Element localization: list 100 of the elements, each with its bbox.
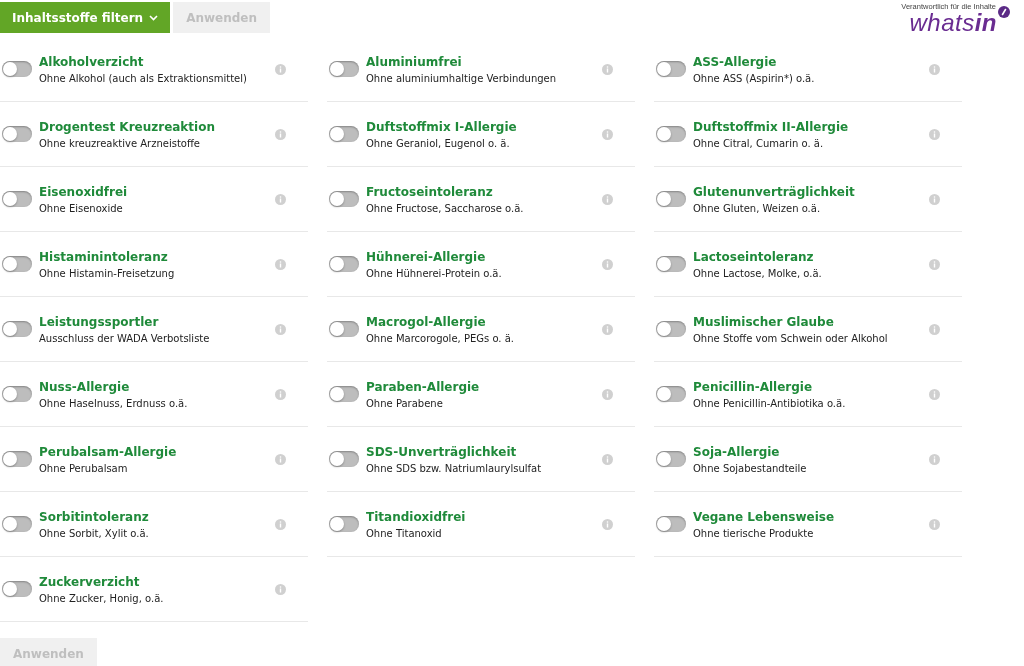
info-icon[interactable] (275, 128, 286, 140)
info-icon[interactable] (275, 63, 286, 75)
filter-description: Ohne Haselnuss, Erdnuss o.ä. (39, 397, 189, 409)
info-icon[interactable] (275, 453, 286, 465)
filter-title: Titandioxidfrei (366, 509, 467, 524)
filter-description: Ohne Histamin-Freisetzung (39, 267, 176, 279)
filter-title: Sorbitintoleranz (39, 509, 150, 524)
filter-description: Ohne Citral, Cumarin o. ä. (693, 137, 825, 149)
info-icon[interactable] (602, 323, 613, 335)
filter-title: Histaminintoleranz (39, 249, 169, 264)
filter-description: Ohne tierische Produkte (693, 527, 815, 539)
filter-title: Macrogol-Allergie (366, 314, 487, 329)
toggle-switch[interactable] (2, 386, 32, 402)
toggle-switch[interactable] (329, 256, 359, 272)
toggle-switch[interactable] (656, 321, 686, 337)
filter-title: Muslimischer Glaube (693, 314, 835, 329)
filter-title: Drogentest Kreuzreaktion (39, 119, 216, 134)
filter-description: Ohne Zucker, Honig, o.ä. (39, 592, 165, 604)
filter-title: Vegane Lebensweise (693, 509, 836, 524)
toggle-switch[interactable] (656, 451, 686, 467)
filter-description: Ohne Alkohol (auch als Extraktionsmittel) (39, 72, 248, 84)
toggle-switch[interactable] (329, 191, 359, 207)
toggle-switch[interactable] (2, 516, 32, 532)
info-icon[interactable] (275, 258, 286, 270)
filter-title: Penicillin-Allergie (693, 379, 814, 394)
filter-title: Hühnerei-Allergie (366, 249, 487, 264)
filter-description: Ohne Titanoxid (366, 527, 443, 539)
filter-title: Zuckerverzicht (39, 574, 141, 589)
toggle-switch[interactable] (656, 516, 686, 532)
toggle-switch[interactable] (2, 191, 32, 207)
toggle-switch[interactable] (2, 321, 32, 337)
info-icon[interactable] (602, 193, 613, 205)
info-icon[interactable] (602, 388, 613, 400)
info-icon[interactable] (929, 323, 940, 335)
info-icon[interactable] (602, 128, 613, 140)
toggle-switch[interactable] (329, 516, 359, 532)
info-icon[interactable] (929, 518, 940, 530)
info-icon[interactable] (929, 128, 940, 140)
filter-description: Ohne Parabene (366, 397, 444, 409)
filter-description: Ohne Penicillin-Antibiotika o.ä. (693, 397, 847, 409)
filter-description: Ohne kreuzreaktive Arzneistoffe (39, 137, 201, 149)
toggle-switch[interactable] (2, 126, 32, 142)
toggle-switch[interactable] (2, 256, 32, 272)
toggle-switch[interactable] (2, 581, 32, 597)
filter-title: Leistungssportler (39, 314, 160, 329)
info-icon[interactable] (275, 193, 286, 205)
filter-title: Duftstoffmix II-Allergie (693, 119, 850, 134)
filter-description: Ohne aluminiumhaltige Verbindungen (366, 72, 558, 84)
filter-title: Paraben-Allergie (366, 379, 481, 394)
info-icon[interactable] (275, 583, 286, 595)
filter-description: Ohne Geraniol, Eugenol o. ä. (366, 137, 511, 149)
toggle-switch[interactable] (329, 386, 359, 402)
info-icon[interactable] (275, 323, 286, 335)
toggle-switch[interactable] (329, 61, 359, 77)
filter-title: Aluminiumfrei (366, 54, 463, 69)
info-icon[interactable] (929, 258, 940, 270)
info-icon[interactable] (602, 453, 613, 465)
toggle-switch[interactable] (656, 386, 686, 402)
filter-description: Ohne SDS bzw. Natriumlaurylsulfat (366, 462, 543, 474)
filter-title: Alkoholverzicht (39, 54, 145, 69)
filter-title: Glutenunverträglichkeit (693, 184, 856, 199)
filter-title: Duftstoffmix I-Allergie (366, 119, 518, 134)
toggle-switch[interactable] (329, 126, 359, 142)
filter-description: Ohne Stoffe vom Schwein oder Alkohol (693, 332, 889, 344)
filter-title: Soja-Allergie (693, 444, 781, 459)
info-icon[interactable] (602, 518, 613, 530)
toggle-switch[interactable] (329, 451, 359, 467)
info-icon[interactable] (602, 258, 613, 270)
filter-title: Fructoseintoleranz (366, 184, 494, 199)
info-icon[interactable] (929, 63, 940, 75)
filter-description: Ohne Sorbit, Xylit o.ä. (39, 527, 150, 539)
toggle-switch[interactable] (2, 61, 32, 77)
toggle-switch[interactable] (329, 321, 359, 337)
info-icon[interactable] (602, 63, 613, 75)
toggle-switch[interactable] (656, 191, 686, 207)
filter-description: Ohne Fructose, Saccharose o.ä. (366, 202, 525, 214)
logo-badge-icon (998, 6, 1010, 18)
info-icon[interactable] (929, 193, 940, 205)
toggle-switch[interactable] (656, 61, 686, 77)
filter-description: Ohne Gluten, Weizen o.ä. (693, 202, 822, 214)
filter-title: Perubalsam-Allergie (39, 444, 178, 459)
filter-description: Ausschluss der WADA Verbotsliste (39, 332, 211, 344)
toggle-switch[interactable] (656, 126, 686, 142)
info-icon[interactable] (929, 388, 940, 400)
filter-description: Ohne ASS (Aspirin*) o.ä. (693, 72, 816, 84)
filter-title: ASS-Allergie (693, 54, 778, 69)
info-icon[interactable] (275, 388, 286, 400)
toggle-switch[interactable] (656, 256, 686, 272)
info-icon[interactable] (275, 518, 286, 530)
filter-dropdown-button[interactable]: Inhaltsstoffe filtern (0, 2, 171, 33)
logo-wordmark: whatsin (909, 10, 997, 36)
filter-title: Lactoseintoleranz (693, 249, 815, 264)
toggle-switch[interactable] (2, 451, 32, 467)
filter-description: Ohne Sojabestandteile (693, 462, 808, 474)
filter-title: Nuss-Allergie (39, 379, 131, 394)
filter-description: Ohne Eisenoxide (39, 202, 124, 214)
filter-description: Ohne Perubalsam (39, 462, 129, 474)
filter-title: Eisenoxidfrei (39, 184, 129, 199)
caret-icon (149, 14, 159, 21)
info-icon[interactable] (929, 453, 940, 465)
